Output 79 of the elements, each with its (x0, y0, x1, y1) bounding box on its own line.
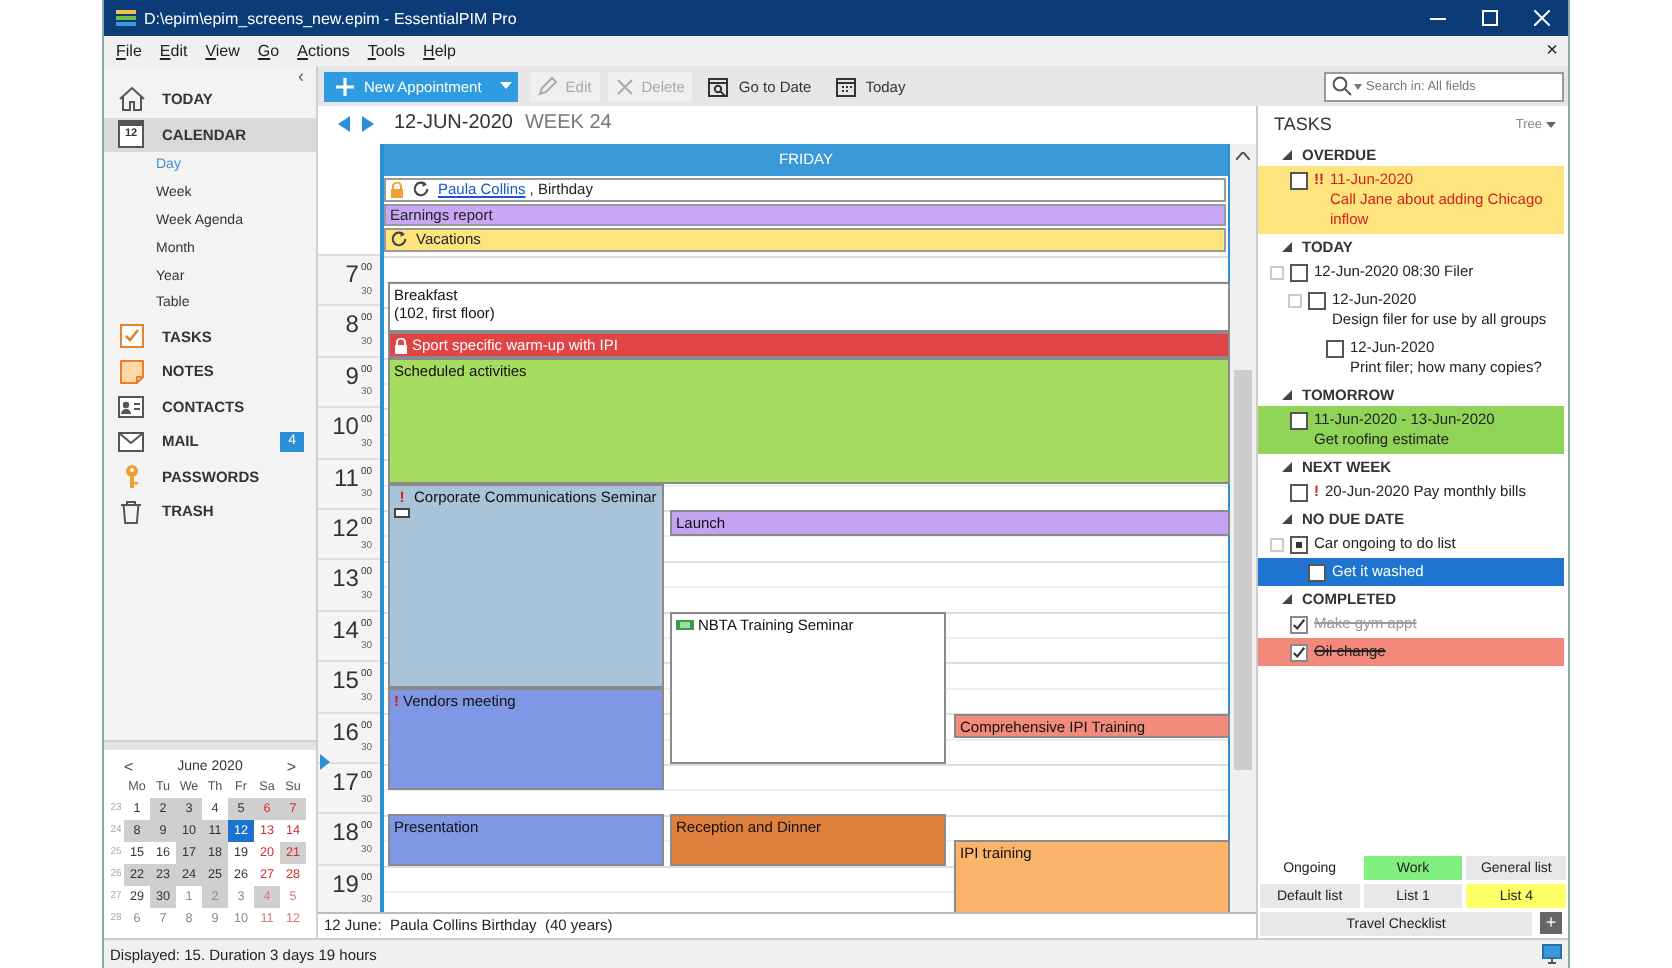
task-checkbox[interactable] (1290, 536, 1308, 554)
calendar-icon (835, 75, 858, 97)
monitor-icon (1542, 944, 1562, 964)
hour-label: 8$^{00}$ (345, 310, 372, 339)
dropdown-button[interactable] (493, 71, 518, 101)
task-checkbox[interactable] (1290, 644, 1308, 662)
caret-icon (1546, 121, 1556, 127)
card-icon (394, 508, 410, 519)
panel-title: TASKS (1274, 114, 1332, 134)
menu-item[interactable]: Go (257, 42, 280, 60)
expand-triangle-icon (1282, 461, 1292, 471)
cross-icon (615, 77, 634, 95)
lock-icon (390, 181, 404, 198)
note-icon (119, 359, 143, 384)
hour-label: 18$^{00}$ (332, 818, 372, 847)
task-checkbox[interactable] (1290, 172, 1308, 190)
expand-triangle-icon (1282, 149, 1292, 159)
menu-item[interactable]: Edit (159, 42, 188, 60)
task-checkbox[interactable] (1326, 340, 1344, 358)
menu-item[interactable]: Help (423, 42, 457, 60)
expand-triangle-icon (1282, 389, 1292, 399)
window-title: D:\epim\epim_screens_new.epim - EssentialPIM Pro (144, 9, 517, 27)
hour-label: 17$^{00}$ (332, 767, 372, 796)
hour-label: 14$^{00}$ (332, 615, 372, 644)
repeat-icon (412, 180, 430, 199)
hour-label: 10$^{00}$ (332, 412, 372, 441)
contact-card-icon (118, 395, 144, 418)
task-checkbox[interactable] (1290, 616, 1308, 634)
caret-icon (499, 82, 512, 90)
envelope-icon (118, 431, 144, 452)
scrollbar[interactable] (1230, 144, 1256, 912)
lock-icon (394, 338, 408, 355)
close-icon (1534, 10, 1550, 26)
hour-label: 7$^{00}$ (345, 260, 372, 288)
hour-label: 9$^{00}$ (345, 361, 372, 390)
plus-icon (336, 77, 354, 95)
repeat-icon (390, 230, 408, 249)
hour-label: 19$^{00}$ (332, 869, 372, 898)
triangle-right-icon (362, 115, 374, 131)
expand-triangle-icon (1282, 513, 1292, 523)
tree-toggle-icon[interactable] (1270, 538, 1284, 552)
home-icon (117, 86, 145, 113)
expand-triangle-icon (1282, 593, 1292, 603)
hour-label: 11$^{00}$ (333, 463, 372, 492)
task-checkbox[interactable] (1308, 564, 1326, 582)
close-button[interactable]: × (1546, 40, 1558, 62)
hour-label: 16$^{00}$ (332, 717, 372, 746)
tag-icon (676, 620, 694, 631)
next-month-button[interactable]: > (286, 757, 296, 775)
menu-item[interactable]: File (116, 42, 142, 60)
hour-label: 13$^{00}$ (332, 564, 372, 593)
calendar-search-icon (708, 75, 731, 97)
task-checkbox[interactable] (1290, 484, 1308, 502)
add-button[interactable]: + (1540, 912, 1562, 934)
task-checkbox[interactable] (1290, 412, 1308, 430)
menu-item[interactable]: View (205, 42, 240, 60)
scroll-up-icon[interactable] (1236, 152, 1250, 160)
pencil-icon (537, 76, 558, 96)
maximize-icon (1482, 10, 1498, 26)
menu-item[interactable]: Tools (367, 42, 406, 60)
app-icon (116, 9, 136, 27)
task-checkbox[interactable] (1290, 264, 1308, 282)
next-day-button[interactable] (362, 115, 374, 131)
previous-month-button[interactable]: < (124, 757, 134, 775)
previous-day-button[interactable] (338, 115, 350, 131)
task-checkbox[interactable] (1308, 292, 1326, 310)
trash-icon (120, 499, 142, 524)
expand-triangle-icon (1282, 241, 1292, 251)
collapse-button[interactable]: ‹ (298, 66, 304, 86)
key-icon (121, 463, 141, 490)
search-icon (1332, 76, 1352, 96)
date-title: 12-JUN-2020 (394, 112, 513, 134)
caret-icon (1354, 83, 1362, 89)
checklist-icon (119, 324, 143, 349)
hour-label: 15$^{00}$ (332, 666, 372, 695)
triangle-left-icon (338, 115, 350, 131)
hour-label: 12$^{00}$ (332, 513, 372, 542)
menu-item[interactable]: Actions (297, 42, 350, 60)
week-label: WEEK 24 (524, 112, 612, 134)
